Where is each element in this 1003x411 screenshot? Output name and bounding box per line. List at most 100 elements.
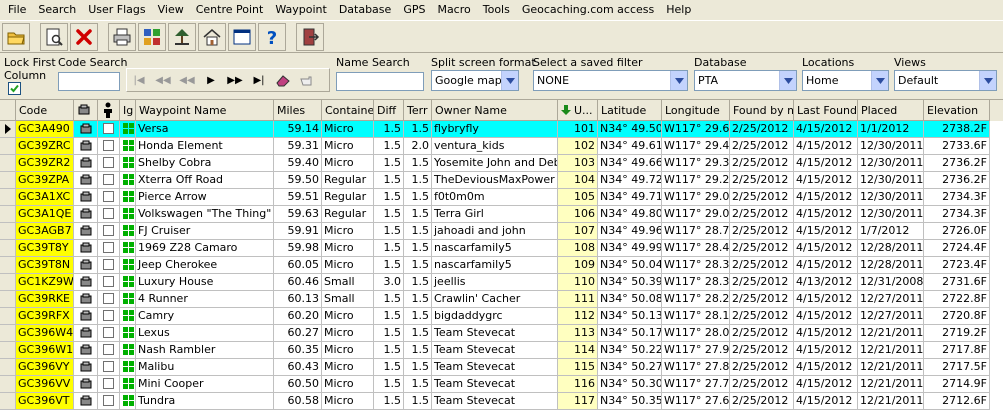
cell-travel-bug[interactable] <box>74 155 98 172</box>
cell-elev[interactable]: 2724.4F <box>924 240 990 257</box>
nav-eraser-button[interactable] <box>271 70 295 90</box>
cell-terr[interactable]: 1.5 <box>404 189 432 206</box>
header-travel-bug-icon[interactable] <box>74 100 98 121</box>
cell-elev[interactable]: 2726.0F <box>924 223 990 240</box>
cell-terr[interactable]: 1.5 <box>404 359 432 376</box>
views-select[interactable]: Default <box>894 70 997 91</box>
cell-last[interactable]: 4/15/2012 <box>794 376 858 393</box>
table-row[interactable]: GC396VT Tundra 60.58 Micro 1.5 1.5 Team Stevec… <box>0 393 1003 410</box>
cell-lat[interactable]: N34° 50.088 <box>598 291 662 308</box>
checkbox[interactable] <box>103 327 114 338</box>
table-row[interactable]: GC396VY Malibu 60.43 Micro 1.5 1.5 Team Stevec… <box>0 359 1003 376</box>
cell-lat[interactable]: N34° 49.729 <box>598 172 662 189</box>
cell-miles[interactable]: 59.63 <box>274 206 322 223</box>
cell-last[interactable]: 4/15/2012 <box>794 223 858 240</box>
cell-container[interactable]: Micro <box>322 342 374 359</box>
cell-found[interactable]: 2/25/2012 <box>730 121 794 138</box>
checkbox[interactable] <box>103 361 114 372</box>
row-indicator[interactable] <box>0 274 16 291</box>
cell-travel-bug[interactable] <box>74 274 98 291</box>
checkbox[interactable] <box>103 276 114 287</box>
cell-lat[interactable]: N34° 49.965 <box>598 223 662 240</box>
nav-pointer-button[interactable] <box>295 70 319 90</box>
cell-ignore-checkbox[interactable] <box>98 308 120 325</box>
menu-view[interactable]: View <box>152 0 190 19</box>
menu-database[interactable]: Database <box>333 0 398 19</box>
cell-last[interactable]: 4/15/2012 <box>794 393 858 410</box>
cell-travel-bug[interactable] <box>74 172 98 189</box>
table-row[interactable]: GC39ZPA Xterra Off Road 59.50 Regular 1.5 1.5… <box>0 172 1003 189</box>
row-indicator[interactable] <box>0 121 16 138</box>
cell-terr[interactable]: 1.5 <box>404 172 432 189</box>
cell-name[interactable]: Tundra <box>136 393 274 410</box>
cell-lat[interactable]: N34° 50.045 <box>598 257 662 274</box>
cell-code[interactable]: GC3A490 <box>16 121 74 138</box>
cell-owner[interactable]: Team Stevecat <box>432 393 558 410</box>
cell-code[interactable]: GC39T8N <box>16 257 74 274</box>
cell-miles[interactable]: 59.91 <box>274 223 322 240</box>
header-owner[interactable]: Owner Name <box>432 100 558 121</box>
cell-container[interactable]: Micro <box>322 325 374 342</box>
cell-found[interactable]: 2/25/2012 <box>730 342 794 359</box>
cell-elev[interactable]: 2723.4F <box>924 257 990 274</box>
cell-container[interactable]: Micro <box>322 121 374 138</box>
cell-code[interactable]: GC3AGB7 <box>16 223 74 240</box>
row-indicator[interactable] <box>0 393 16 410</box>
cell-ignore-checkbox[interactable] <box>98 138 120 155</box>
cell-code[interactable]: GC39ZR2 <box>16 155 74 172</box>
print-button[interactable] <box>108 22 136 51</box>
cell-diff[interactable]: 1.5 <box>374 359 404 376</box>
dropdown-arrow[interactable] <box>501 71 518 90</box>
cell-container[interactable]: Micro <box>322 393 374 410</box>
cell-container[interactable]: Micro <box>322 257 374 274</box>
cell-lon[interactable]: W117° 28.05 <box>662 325 730 342</box>
menu-gps[interactable]: GPS <box>397 0 431 19</box>
cell-elev[interactable]: 2717.8F <box>924 342 990 359</box>
table-row[interactable]: GC396W4 Lexus 60.27 Micro 1.5 1.5 Team Steveca… <box>0 325 1003 342</box>
window-button[interactable] <box>228 22 256 51</box>
checkbox[interactable] <box>103 225 114 236</box>
cell-miles[interactable]: 59.50 <box>274 172 322 189</box>
cell-u[interactable]: 105 <box>558 189 598 206</box>
checkbox[interactable] <box>103 310 114 321</box>
cell-placed[interactable]: 12/30/2011 <box>858 189 924 206</box>
checkbox[interactable] <box>103 174 114 185</box>
exit-button[interactable] <box>296 22 324 51</box>
cell-u[interactable]: 107 <box>558 223 598 240</box>
cell-lon[interactable]: W117° 29.67 <box>662 121 730 138</box>
cell-miles[interactable]: 60.58 <box>274 393 322 410</box>
cell-found[interactable]: 2/25/2012 <box>730 206 794 223</box>
menu-centre-point[interactable]: Centre Point <box>190 0 270 19</box>
dropdown-arrow[interactable] <box>670 71 687 90</box>
cell-elev[interactable]: 2717.5F <box>924 359 990 376</box>
checkbox[interactable] <box>103 208 114 219</box>
cell-miles[interactable]: 60.46 <box>274 274 322 291</box>
cell-found[interactable]: 2/25/2012 <box>730 223 794 240</box>
cell-ignore-checkbox[interactable] <box>98 223 120 240</box>
cell-placed[interactable]: 12/28/2011 <box>858 240 924 257</box>
table-row[interactable]: GC39ZR2 Shelby Cobra 59.40 Micro 1.5 1.5 Yosem… <box>0 155 1003 172</box>
nav-prev-page-button[interactable]: ◀◀ <box>151 70 175 90</box>
cell-name[interactable]: Shelby Cobra <box>136 155 274 172</box>
cell-elev[interactable]: 2731.6F <box>924 274 990 291</box>
cell-owner[interactable]: nascarfamily5 <box>432 257 558 274</box>
cell-travel-bug[interactable] <box>74 308 98 325</box>
cell-elev[interactable]: 2722.8F <box>924 291 990 308</box>
cell-last[interactable]: 4/15/2012 <box>794 172 858 189</box>
cell-name[interactable]: Lexus <box>136 325 274 342</box>
header-terr[interactable]: Terr <box>404 100 432 121</box>
cell-miles[interactable]: 60.50 <box>274 376 322 393</box>
menu-tools[interactable]: Tools <box>477 0 516 19</box>
cell-terr[interactable]: 1.5 <box>404 308 432 325</box>
row-indicator[interactable] <box>0 223 16 240</box>
cell-name[interactable]: Luxury House <box>136 274 274 291</box>
cell-ignore-checkbox[interactable] <box>98 342 120 359</box>
row-indicator[interactable] <box>0 155 16 172</box>
preview-button[interactable] <box>40 22 68 51</box>
cell-ignore-checkbox[interactable] <box>98 240 120 257</box>
cell-placed[interactable]: 12/30/2011 <box>858 206 924 223</box>
cell-terr[interactable]: 1.5 <box>404 325 432 342</box>
checkbox[interactable] <box>103 140 114 151</box>
cell-last[interactable]: 4/13/2012 <box>794 274 858 291</box>
cell-name[interactable]: Jeep Cherokee <box>136 257 274 274</box>
